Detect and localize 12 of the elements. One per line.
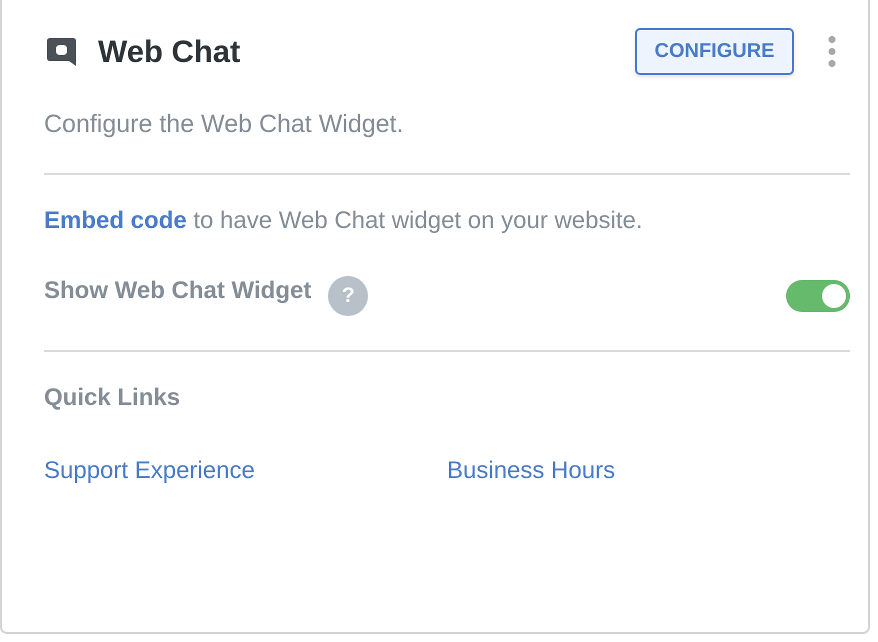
card-title: Web Chat bbox=[98, 34, 240, 70]
chat-bubble-icon bbox=[47, 38, 76, 66]
quick-link[interactable]: Business Hours bbox=[447, 456, 616, 486]
quick-links-heading: Quick Links bbox=[44, 383, 182, 413]
card-description: Configure the Web Chat Widget. bbox=[44, 109, 404, 139]
embed-code-link[interactable]: Embed code bbox=[44, 207, 187, 234]
toggle-switch[interactable] bbox=[786, 280, 850, 312]
quick-link[interactable]: Support Experience bbox=[44, 456, 255, 486]
embed-instructions: Embed code to have Web Chat widget on your website. bbox=[44, 206, 644, 236]
configure-button[interactable]: CONFIGURE bbox=[635, 28, 794, 75]
more-menu-icon[interactable] bbox=[828, 36, 836, 67]
toggle-label: Show Web Chat Widget bbox=[44, 276, 312, 306]
